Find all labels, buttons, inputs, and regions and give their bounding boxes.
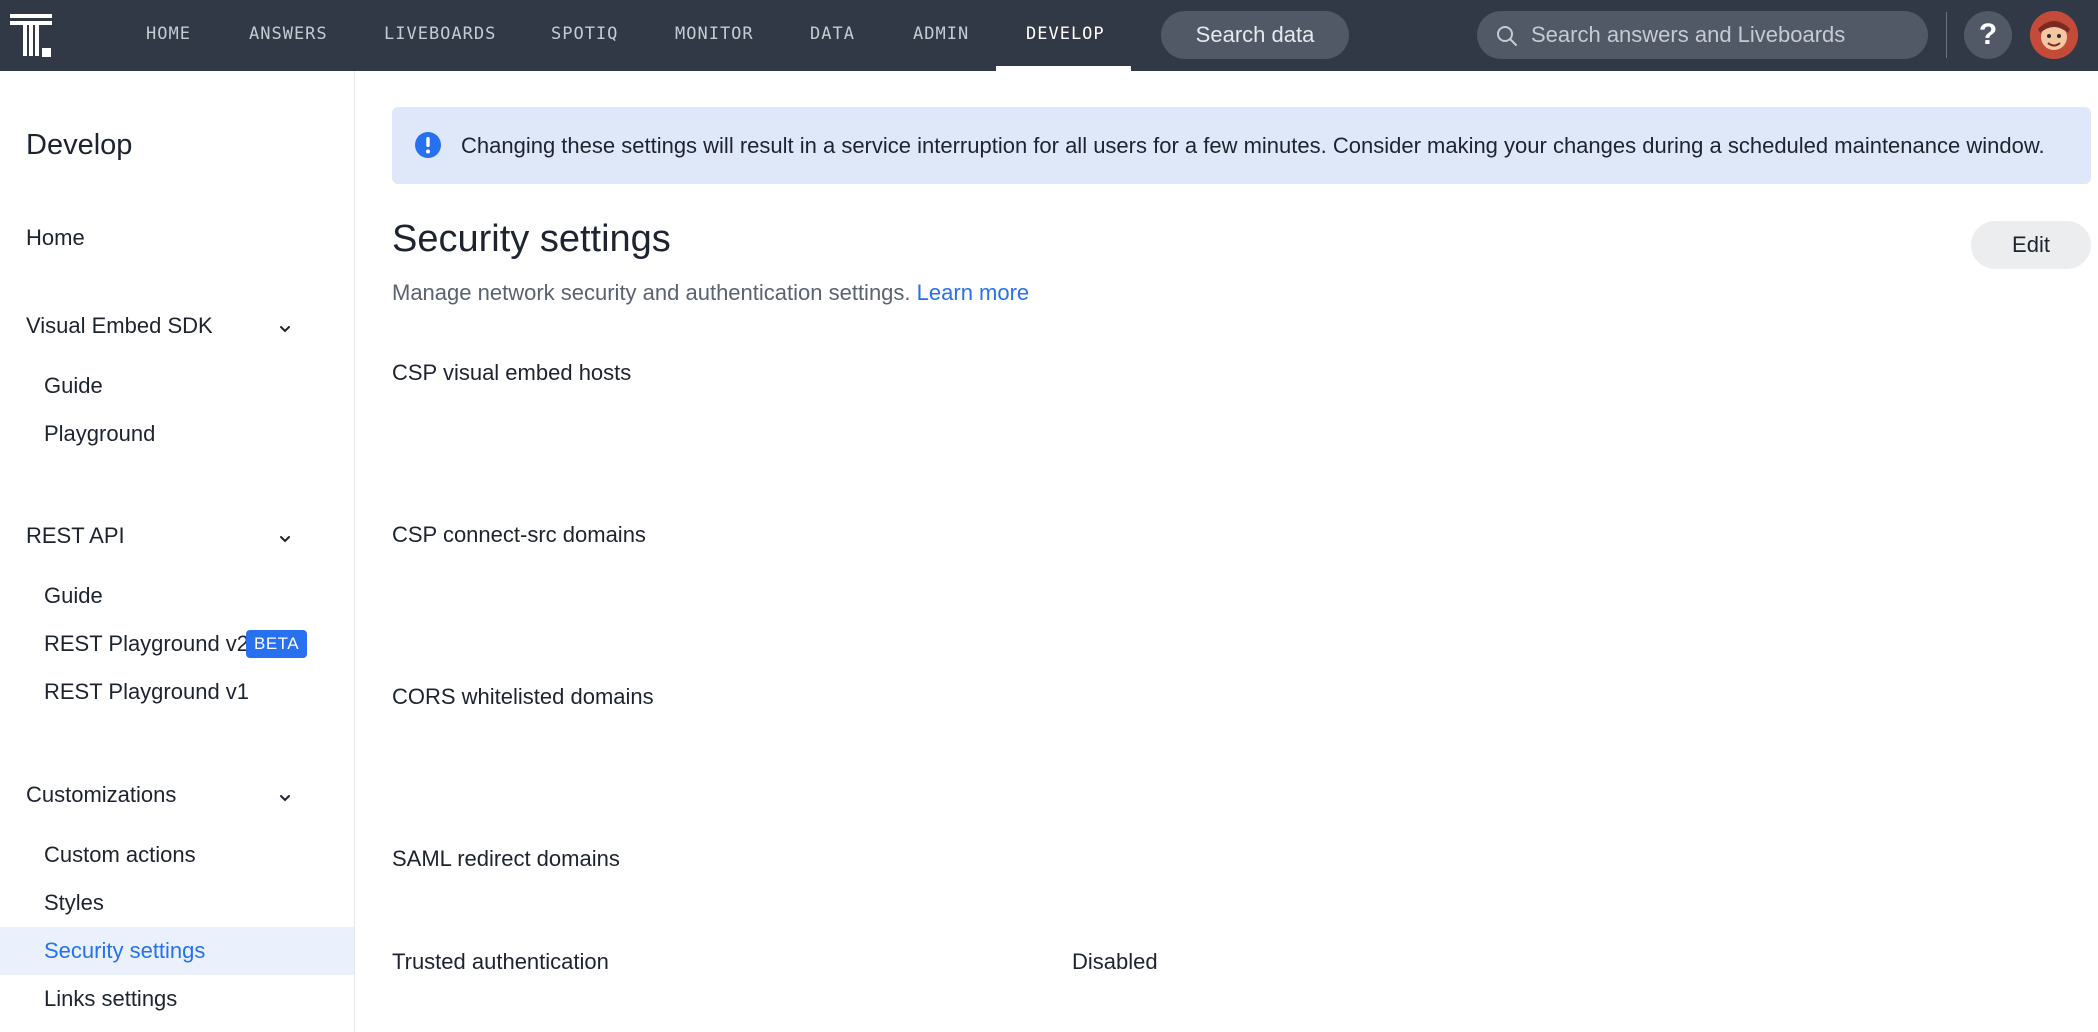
page-subtitle: Manage network security and authenticati… — [392, 280, 1029, 306]
develop-sidebar: Develop Home Visual Embed SDK Guide Play… — [0, 71, 355, 1032]
global-search-input[interactable] — [1531, 11, 1911, 59]
sidebar-item-home[interactable]: Home — [26, 225, 85, 251]
nav-data[interactable]: DATA — [810, 0, 855, 71]
sidebar-group-visual-embed-sdk[interactable]: Visual Embed SDK — [26, 313, 213, 339]
edit-button[interactable]: Edit — [1971, 221, 2091, 269]
sidebar-item-rest-playground-v1[interactable]: REST Playground v1 — [44, 679, 249, 705]
sidebar-item-styles[interactable]: Styles — [44, 890, 104, 916]
setting-label-cors-whitelisted-domains: CORS whitelisted domains — [392, 684, 654, 709]
setting-label-csp-visual-embed-hosts: CSP visual embed hosts — [392, 360, 632, 385]
sidebar-item-custom-actions[interactable]: Custom actions — [44, 842, 196, 868]
chevron-down-icon[interactable] — [275, 788, 295, 808]
nav-liveboards[interactable]: LIVEBOARDS — [384, 0, 496, 71]
chevron-down-icon[interactable] — [275, 529, 295, 549]
sidebar-item-rest-playground-v2[interactable]: REST Playground v2 — [44, 631, 249, 657]
active-nav-indicator — [996, 66, 1131, 71]
banner-message: Changing these settings will result in a… — [461, 133, 2045, 158]
nav-admin[interactable]: ADMIN — [913, 0, 969, 71]
beta-badge: BETA — [246, 630, 308, 658]
info-banner: Changing these settings will result in a… — [392, 107, 2091, 184]
search-icon — [1495, 24, 1519, 48]
sidebar-item-sdk-guide[interactable]: Guide — [44, 373, 103, 399]
setting-label-saml-redirect-domains: SAML redirect domains — [392, 846, 620, 871]
setting-value-trusted-authentication: Disabled — [1072, 949, 1158, 974]
nav-home[interactable]: HOME — [146, 0, 191, 71]
sidebar-item-security-settings[interactable]: Security settings — [44, 938, 205, 964]
sidebar-item-playground[interactable]: Playground — [44, 421, 155, 447]
nav-answers[interactable]: ANSWERS — [249, 0, 328, 71]
sidebar-group-customizations[interactable]: Customizations — [26, 782, 176, 808]
nav-divider — [1946, 12, 1947, 58]
info-icon — [414, 131, 442, 159]
page-title: Security settings — [392, 218, 671, 260]
sidebar-group-rest-api[interactable]: REST API — [26, 523, 125, 549]
subtitle-text: Manage network security and authenticati… — [392, 280, 911, 305]
help-icon[interactable]: ? — [1964, 11, 2012, 59]
nav-develop[interactable]: DEVELOP — [1026, 0, 1105, 71]
sidebar-title: Develop — [26, 129, 133, 161]
user-avatar[interactable] — [2030, 11, 2078, 59]
nav-spotiq[interactable]: SPOTIQ — [551, 0, 618, 71]
search-data-button[interactable]: Search data — [1161, 11, 1349, 59]
thoughtspot-logo-icon[interactable] — [10, 14, 54, 58]
top-navigation-bar: HOME ANSWERS LIVEBOARDS SPOTIQ MONITOR D… — [0, 0, 2098, 71]
learn-more-link[interactable]: Learn more — [917, 280, 1030, 305]
setting-label-trusted-authentication: Trusted authentication — [392, 949, 609, 974]
nav-monitor[interactable]: MONITOR — [675, 0, 754, 71]
sidebar-item-links-settings[interactable]: Links settings — [44, 986, 177, 1012]
setting-label-csp-connect-src-domains: CSP connect-src domains — [392, 522, 646, 547]
global-search-box[interactable] — [1477, 11, 1928, 59]
sidebar-item-rest-guide[interactable]: Guide — [44, 583, 103, 609]
chevron-down-icon[interactable] — [275, 319, 295, 339]
